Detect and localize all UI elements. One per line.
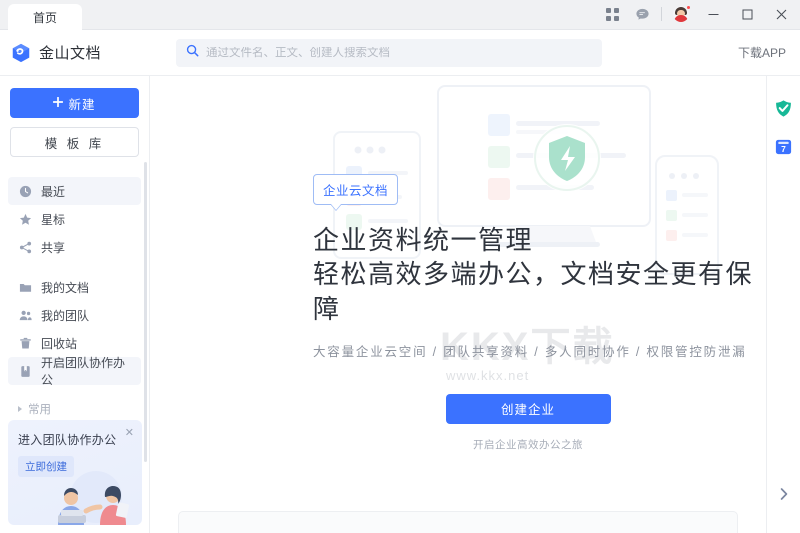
sidebar-item-my-documents-label: 我的文档 xyxy=(41,280,90,295)
sidebar-item-my-team-label: 我的团队 xyxy=(41,308,90,323)
search-box[interactable] xyxy=(176,38,602,67)
template-library-button[interactable]: 模 板 库 xyxy=(10,127,139,157)
message-bubble-icon[interactable] xyxy=(627,0,657,29)
page-title: 企业资料统一管理 轻松高效多端办公，文档安全更有保障 xyxy=(313,223,766,326)
bottom-panel xyxy=(178,511,738,533)
notification-dot xyxy=(686,5,691,10)
star-icon xyxy=(18,212,32,226)
enterprise-hero: KKX下载 www.kkx.net 企业云文档 企业资料统一管理 轻松高效多端办… xyxy=(150,76,766,533)
sidebar-item-team-collaboration[interactable]: 开启团队协作办公 xyxy=(8,356,141,387)
tab-home[interactable]: 首页 xyxy=(8,4,82,30)
sidebar-nav: 最近 星标 共享 我的文档 我的团队 回收站 开启团队协作办公 常用 xyxy=(0,177,149,445)
right-rail: 7 xyxy=(766,76,800,533)
maximize-button[interactable] xyxy=(730,0,764,29)
create-enterprise-button[interactable]: 创建企业 xyxy=(445,393,611,424)
folder-icon xyxy=(18,280,32,294)
sidebar-item-my-team[interactable]: 我的团队 xyxy=(8,301,141,329)
create-enterprise-label: 创建企业 xyxy=(500,403,555,418)
trash-icon xyxy=(18,336,32,350)
tab-strip: 首页 xyxy=(0,0,82,30)
new-button[interactable]: 新建 xyxy=(10,88,139,118)
team-collaboration-illustration xyxy=(44,463,140,525)
hero-subtitle: 大容量企业云空间 / 团队共享资料 / 多人同时协作 / 权限管控防泄漏 xyxy=(313,344,747,359)
cta-block: 创建企业 开启企业高效办公之旅 xyxy=(313,393,743,452)
svg-text:7: 7 xyxy=(781,143,786,153)
team-promo-card: 进入团队协作办公 立即创建 ✕ xyxy=(8,420,142,525)
headline-line-2: 轻松高效多端办公，文档安全更有保障 xyxy=(313,259,754,324)
sidebar-item-recent[interactable]: 最近 xyxy=(8,177,141,205)
close-button[interactable] xyxy=(764,0,798,29)
search-icon xyxy=(186,44,199,62)
shield-check-icon[interactable] xyxy=(774,98,794,118)
calendar-7-icon[interactable]: 7 xyxy=(774,136,794,156)
plus-icon xyxy=(53,96,64,110)
minimize-button[interactable] xyxy=(696,0,730,29)
share-icon xyxy=(18,240,32,254)
headline-line-1: 企业资料统一管理 xyxy=(313,225,534,255)
grid-apps-icon[interactable] xyxy=(597,0,627,29)
sidebar-item-starred[interactable]: 星标 xyxy=(8,205,141,233)
app-body: 新建 模 板 库 最近 星标 共享 我的文档 我的团队 回收站 开启团队协作办公… xyxy=(0,76,800,533)
briefcase-icon xyxy=(18,364,32,378)
sidebar-buttons: 新建 模 板 库 xyxy=(0,88,149,157)
nav-group-quick: 最近 星标 共享 xyxy=(8,177,141,261)
main-content: KKX下载 www.kkx.net 企业云文档 企业资料统一管理 轻松高效多端办… xyxy=(150,76,766,533)
template-library-label: 模 板 库 xyxy=(44,136,105,151)
new-button-label: 新建 xyxy=(68,97,96,112)
brand[interactable]: 金山文档 xyxy=(10,42,150,64)
clock-icon xyxy=(18,184,32,198)
sidebar-section-frequent[interactable]: 常用 xyxy=(8,397,141,421)
title-bar-actions xyxy=(597,0,800,29)
download-app-link[interactable]: 下载APP xyxy=(738,44,786,61)
tab-home-label: 首页 xyxy=(32,10,57,25)
chevron-right-icon[interactable] xyxy=(780,488,788,503)
sidebar-section-frequent-label: 常用 xyxy=(28,404,51,416)
user-avatar[interactable] xyxy=(666,0,696,29)
app-header: 金山文档 下载APP xyxy=(0,30,800,76)
close-icon[interactable]: ✕ xyxy=(125,428,134,439)
sidebar-item-my-documents[interactable]: 我的文档 xyxy=(8,273,141,301)
sidebar-item-recycle-bin-label: 回收站 xyxy=(41,336,78,351)
wps-cube-logo xyxy=(10,42,32,64)
team-promo-title: 进入团队协作办公 xyxy=(18,433,117,447)
application-window: 首页 金山文档 通过文件名、正文、创建人搜索文档 下载APP 新建 模 板 库 … xyxy=(0,0,800,533)
nav-group-places: 我的文档 我的团队 回收站 开启团队协作办公 xyxy=(8,273,141,387)
sidebar-scrollbar[interactable] xyxy=(144,162,147,462)
sidebar-item-recent-label: 最近 xyxy=(41,184,66,199)
sidebar-item-shared[interactable]: 共享 xyxy=(8,233,141,261)
sidebar-item-starred-label: 星标 xyxy=(41,212,66,227)
title-bar: 首页 xyxy=(0,0,800,30)
sidebar: 新建 模 板 库 最近 星标 共享 我的文档 我的团队 回收站 开启团队协作办公… xyxy=(0,76,150,533)
chevron-right-icon xyxy=(18,406,22,412)
toolbar-divider xyxy=(661,7,662,21)
enterprise-cloud-badge: 企业云文档 xyxy=(313,174,399,211)
sidebar-item-recycle-bin[interactable]: 回收站 xyxy=(8,329,141,357)
cta-subtext: 开启企业高效办公之旅 xyxy=(473,438,583,451)
team-icon xyxy=(18,308,32,322)
brand-name: 金山文档 xyxy=(39,45,102,62)
sidebar-item-shared-label: 共享 xyxy=(41,240,66,255)
search-input[interactable] xyxy=(206,46,592,59)
hero-text-block: 企业云文档 企业资料统一管理 轻松高效多端办公，文档安全更有保障 大容量企业云空… xyxy=(313,174,766,452)
sidebar-item-team-collaboration-label: 开启团队协作办公 xyxy=(41,356,126,387)
